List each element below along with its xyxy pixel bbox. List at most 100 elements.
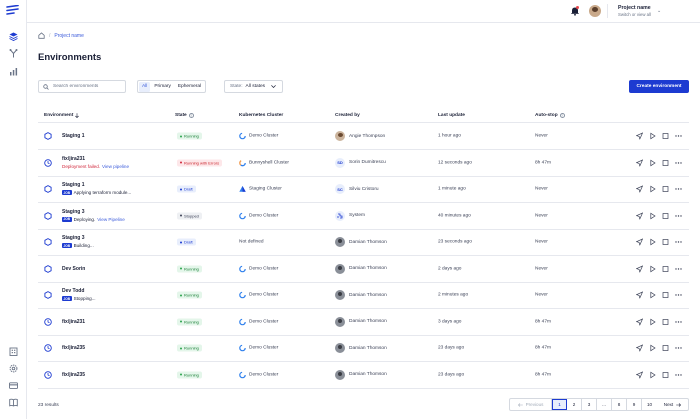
stop-icon[interactable] (662, 133, 669, 140)
deploy-icon[interactable] (636, 291, 643, 299)
environment-name[interactable]: Staging 1 (62, 182, 85, 188)
environment-name[interactable]: fix/jira231 (62, 319, 85, 325)
stop-icon[interactable] (662, 239, 669, 246)
more-icon[interactable] (675, 292, 682, 299)
bunnyshell-logo[interactable] (6, 5, 20, 16)
previous-page-button[interactable]: Previous (510, 399, 552, 410)
deploy-icon[interactable] (636, 185, 643, 193)
environment-name[interactable]: Dev Sorin (62, 266, 85, 272)
page-button[interactable]: 10 (642, 399, 657, 410)
play-icon[interactable] (649, 265, 656, 272)
play-icon[interactable] (649, 318, 656, 325)
notifications-bell-icon[interactable] (570, 6, 580, 16)
play-icon[interactable] (649, 291, 656, 299)
table-row[interactable]: Staging 1 JOB Applying terraform module...… (38, 176, 689, 203)
state-filter-select[interactable]: State: All states (224, 80, 283, 93)
table-row[interactable]: fix/jira235 Running Demo Cluster Damian Tho… (38, 335, 689, 362)
more-icon[interactable] (675, 133, 682, 140)
view-pipeline-link[interactable]: View pipeline (102, 164, 129, 169)
environment-name[interactable]: fix/jira235 (62, 372, 85, 378)
environment-name[interactable]: Staging 3 (62, 209, 85, 215)
billing-nav-icon[interactable] (8, 380, 18, 390)
info-icon[interactable]: ? (188, 113, 194, 118)
deploy-icon[interactable] (636, 318, 643, 325)
stop-icon[interactable] (662, 318, 669, 325)
play-icon[interactable] (649, 185, 656, 193)
page-button[interactable]: 3 (582, 399, 597, 410)
play-icon[interactable] (649, 159, 656, 166)
deploy-icon[interactable] (636, 212, 643, 219)
environment-status-line: JOB Building... (62, 243, 94, 248)
deploy-icon[interactable] (636, 238, 643, 246)
play-icon[interactable] (649, 132, 656, 140)
page-button[interactable]: 8 (612, 399, 627, 410)
stop-icon[interactable] (662, 371, 669, 378)
page-button[interactable]: 2 (567, 399, 582, 410)
last-update: 3 days ago (438, 319, 462, 324)
search-box[interactable] (38, 80, 126, 93)
filter-all[interactable]: All (139, 81, 151, 92)
project-switcher-hint[interactable]: Switch or view all (618, 12, 651, 17)
analytics-nav-icon[interactable] (8, 66, 18, 76)
table-row[interactable]: fix/jira231 Running Demo Cluster Damian Tho… (38, 309, 689, 336)
cluster-cell: Bunnyshell Cluster (239, 159, 289, 166)
stop-icon[interactable] (662, 159, 669, 166)
next-page-button[interactable]: Next (657, 399, 688, 410)
table-row[interactable]: Staging 3 JOB Building... Draft Not defined D… (38, 229, 689, 256)
info-icon[interactable]: ? (559, 113, 565, 118)
deploy-icon[interactable] (636, 132, 643, 140)
page-button[interactable]: 1 (552, 399, 567, 410)
play-icon[interactable] (649, 344, 656, 352)
play-icon[interactable] (649, 238, 656, 246)
environment-name[interactable]: Dev Todd (62, 288, 84, 294)
filter-ephemeral[interactable]: Ephemeral (175, 82, 204, 92)
table-row[interactable]: Staging 3 JOB Deploying. View Pipeline Stopp… (38, 203, 689, 230)
environments-nav-icon[interactable] (8, 31, 18, 41)
table-row[interactable]: fix/jira231 Deployment failed. View pipeli… (38, 150, 689, 177)
more-icon[interactable] (675, 159, 682, 166)
table-row[interactable]: Dev Todd JOB Stopping... Running Demo Cluste… (38, 282, 689, 309)
environment-name[interactable]: Staging 1 (62, 133, 85, 139)
more-icon[interactable] (675, 345, 682, 352)
state-filter-value: All states (245, 84, 266, 89)
stop-icon[interactable] (662, 265, 669, 272)
table-row[interactable]: fix/jira235 Running Demo Cluster Damian Tho… (38, 362, 689, 389)
filter-primary[interactable]: Primary (151, 82, 174, 92)
page-button[interactable]: 9 (627, 399, 642, 410)
stop-icon[interactable] (662, 212, 669, 219)
environment-name[interactable]: fix/jira235 (62, 345, 85, 351)
deploy-icon[interactable] (636, 265, 643, 272)
play-icon[interactable] (649, 371, 656, 378)
environment-name[interactable]: fix/jira231 (62, 156, 85, 162)
table-row[interactable]: Dev Sorin Running Demo Cluster Damian Thoms… (38, 256, 689, 283)
chevron-down-icon[interactable]: ⌄ (657, 8, 661, 14)
user-avatar[interactable] (589, 5, 601, 17)
pipelines-nav-icon[interactable] (8, 48, 18, 58)
deploy-icon[interactable] (636, 344, 643, 352)
docs-nav-icon[interactable] (8, 397, 18, 407)
stop-icon[interactable] (662, 345, 669, 352)
search-input[interactable] (53, 84, 123, 89)
more-icon[interactable] (675, 186, 682, 193)
project-switcher-name[interactable]: Project name (618, 5, 651, 11)
more-icon[interactable] (675, 239, 682, 246)
column-environment[interactable]: Environment (44, 113, 80, 118)
table-row[interactable]: Staging 1 Running Demo Cluster Angie Thomps… (38, 123, 689, 150)
organization-nav-icon[interactable] (8, 346, 18, 356)
more-icon[interactable] (675, 371, 682, 378)
create-environment-button[interactable]: Create environment (629, 80, 689, 93)
play-icon[interactable] (649, 212, 656, 219)
stop-icon[interactable] (662, 292, 669, 299)
more-icon[interactable] (675, 265, 682, 272)
view-pipeline-link[interactable]: View Pipeline (97, 217, 125, 222)
deploy-icon[interactable] (636, 371, 643, 378)
more-icon[interactable] (675, 318, 682, 325)
environment-name[interactable]: Staging 3 (62, 235, 85, 241)
more-icon[interactable] (675, 212, 682, 219)
home-icon[interactable] (38, 32, 45, 39)
breadcrumb-project-link[interactable]: Project name (54, 33, 83, 39)
job-tag: JOB (62, 190, 72, 195)
deploy-icon[interactable] (636, 159, 643, 166)
stop-icon[interactable] (662, 186, 669, 193)
settings-nav-icon[interactable] (8, 363, 18, 373)
